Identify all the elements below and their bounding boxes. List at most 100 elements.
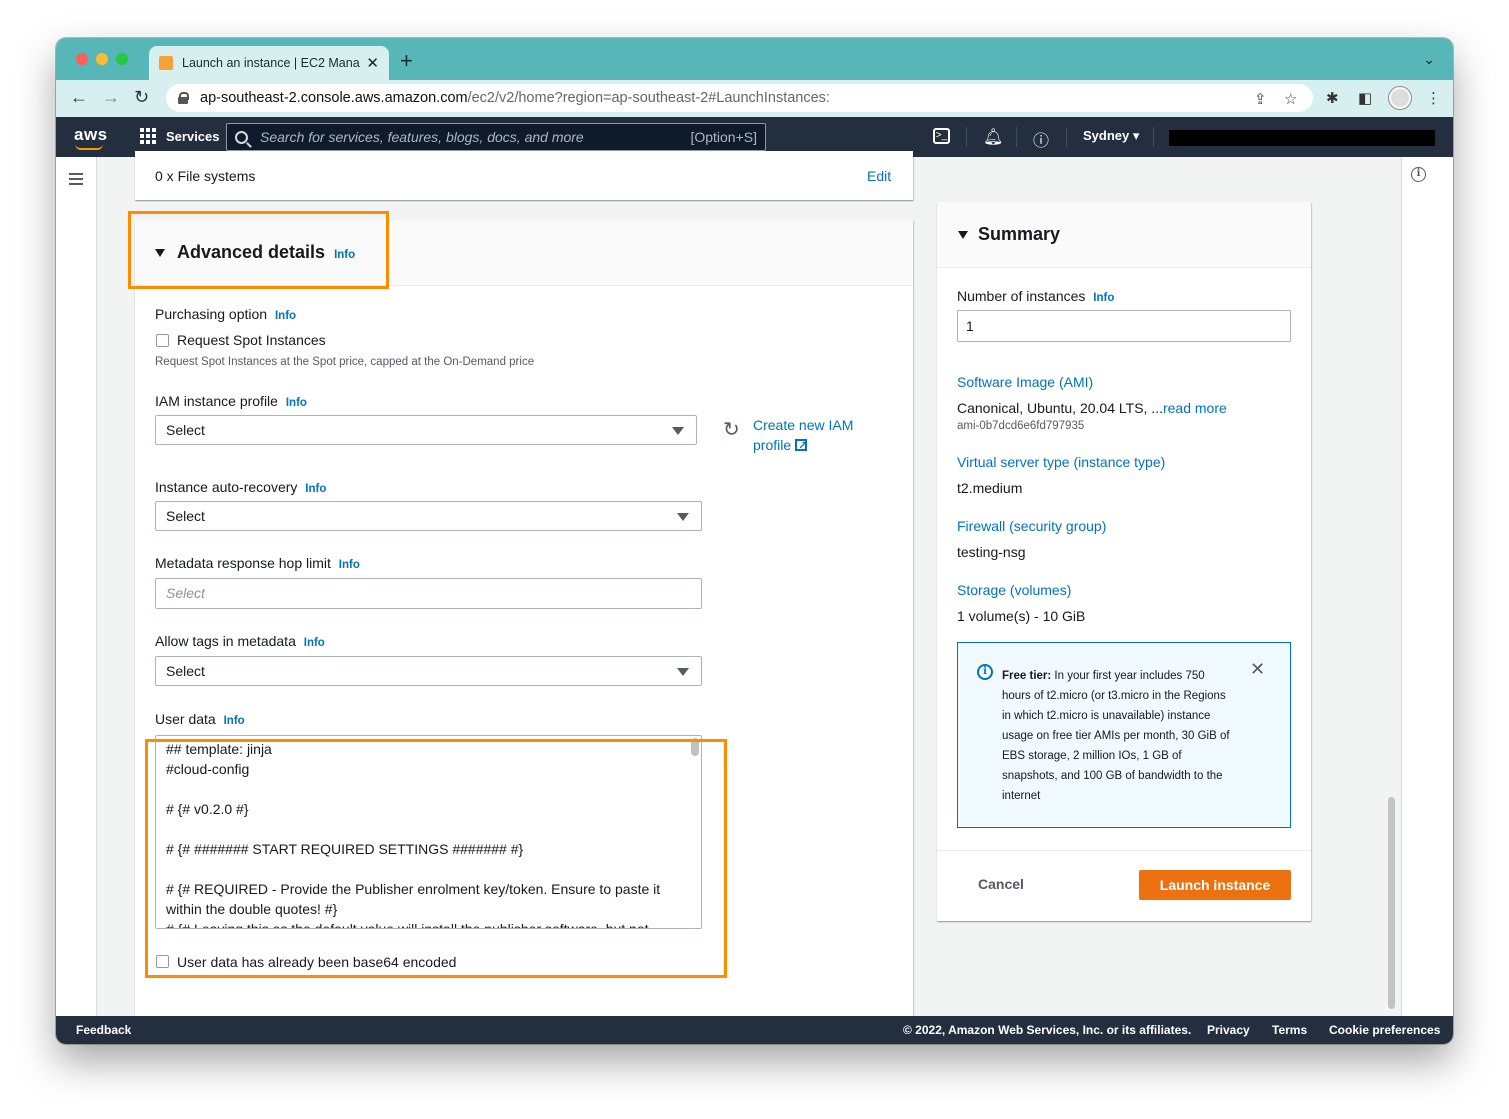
auto-recovery-label: Instance auto-recovery Info bbox=[155, 479, 326, 495]
help-icon[interactable]: ⓘ bbox=[1033, 127, 1049, 151]
back-icon[interactable]: ← bbox=[70, 87, 88, 108]
puzzle-icon[interactable]: ✱ bbox=[1326, 89, 1339, 107]
aws-logo[interactable]: aws bbox=[74, 125, 108, 145]
info-link[interactable]: Info bbox=[304, 637, 325, 649]
purchasing-option-text: Purchasing option bbox=[155, 306, 268, 322]
url-path: /ec2/v2/home?region=ap-southeast-2#Launc… bbox=[467, 90, 830, 106]
summary-panel: Summary Number of instances Info 1 Softw… bbox=[937, 202, 1311, 921]
info-link[interactable]: Info bbox=[305, 483, 326, 495]
auto-recovery-text: Instance auto-recovery bbox=[155, 479, 298, 495]
free-tier-body: In your first year includes 750 hours of… bbox=[1002, 670, 1230, 802]
create-iam-link-line1: Create new IAM bbox=[753, 417, 854, 433]
allow-tags-select[interactable]: Select bbox=[155, 656, 702, 686]
info-link[interactable]: Info bbox=[286, 397, 307, 409]
tab-search-chevron-icon[interactable]: ⌄ bbox=[1423, 51, 1435, 68]
url-domain: ap-southeast-2.console.aws.amazon.com bbox=[200, 90, 468, 106]
profile-avatar[interactable] bbox=[1389, 87, 1411, 109]
info-link[interactable]: Info bbox=[224, 715, 245, 727]
free-tier-title: Free tier: bbox=[1002, 670, 1052, 682]
cancel-button[interactable]: Cancel bbox=[978, 876, 1024, 892]
grid-icon bbox=[140, 128, 156, 144]
right-tools-strip bbox=[1401, 157, 1453, 1016]
share-icon[interactable]: ⇪ bbox=[1254, 90, 1267, 108]
info-panel-icon[interactable]: i bbox=[1411, 167, 1426, 182]
free-tier-text: Free tier: In your first year includes 7… bbox=[1002, 666, 1232, 806]
info-link[interactable]: Info bbox=[275, 310, 296, 322]
close-icon[interactable]: ✕ bbox=[1250, 659, 1265, 680]
menu-icon[interactable]: ⋮ bbox=[1426, 89, 1441, 107]
launch-instance-button[interactable]: Launch instance bbox=[1139, 870, 1291, 900]
reload-icon[interactable]: ↻ bbox=[134, 87, 149, 108]
allow-tags-label: Allow tags in metadata Info bbox=[155, 633, 325, 649]
footer: Feedback © 2022, Amazon Web Services, In… bbox=[56, 1016, 1453, 1044]
info-link[interactable]: Info bbox=[339, 559, 360, 571]
sidepanel-icon[interactable]: ◧ bbox=[1358, 89, 1372, 107]
ami-value-text: Canonical, Ubuntu, 20.04 LTS, ... bbox=[957, 400, 1163, 416]
iam-profile-label: IAM instance profile Info bbox=[155, 393, 307, 409]
region-selector[interactable]: Sydney ▾ bbox=[1083, 128, 1139, 144]
create-iam-profile-link[interactable]: Create new IAM profile bbox=[753, 415, 854, 456]
maximize-window-button[interactable] bbox=[116, 53, 128, 65]
spot-instances-checkbox[interactable] bbox=[156, 334, 169, 347]
storage-link[interactable]: Storage (volumes) bbox=[957, 582, 1071, 598]
allow-tags-value: Select bbox=[166, 663, 205, 679]
dropdown-arrow-icon bbox=[672, 427, 684, 435]
browser-titlebar: Launch an instance | EC2 Mana ✕ + ⌄ bbox=[56, 38, 1453, 80]
file-systems-card: 0 x File systems Edit bbox=[135, 151, 913, 200]
allow-tags-text: Allow tags in metadata bbox=[155, 633, 296, 649]
refresh-icon[interactable]: ↻ bbox=[723, 417, 740, 442]
close-window-button[interactable] bbox=[76, 53, 88, 65]
bell-icon[interactable]: 🔔︎ bbox=[983, 127, 1003, 147]
spot-instances-label[interactable]: Request Spot Instances bbox=[177, 332, 326, 348]
tab-title: Launch an instance | EC2 Mana bbox=[182, 56, 360, 70]
search-shortcut: [Option+S] bbox=[690, 129, 757, 145]
browser-tab[interactable]: Launch an instance | EC2 Mana ✕ bbox=[149, 46, 389, 80]
feedback-link[interactable]: Feedback bbox=[76, 1023, 131, 1037]
spot-description: Request Spot Instances at the Spot price… bbox=[155, 356, 535, 368]
url-field[interactable]: ap-southeast-2.console.aws.amazon.com/ec… bbox=[166, 84, 1313, 112]
highlight-advanced-details bbox=[128, 211, 389, 289]
hop-limit-label: Metadata response hop limit Info bbox=[155, 555, 360, 571]
search-input[interactable]: Search for services, features, blogs, do… bbox=[226, 123, 766, 151]
minimize-window-button[interactable] bbox=[96, 53, 108, 65]
auto-recovery-select[interactable]: Select bbox=[155, 501, 702, 531]
auto-recovery-value: Select bbox=[166, 508, 205, 524]
dropdown-arrow-icon bbox=[677, 668, 689, 676]
create-iam-link-line2: profile bbox=[753, 437, 792, 453]
tab-close-icon[interactable]: ✕ bbox=[366, 54, 379, 72]
cloudshell-icon[interactable]: >_ bbox=[933, 128, 950, 144]
new-tab-button[interactable]: + bbox=[400, 48, 413, 74]
edit-link[interactable]: Edit bbox=[867, 168, 891, 184]
services-menu[interactable]: Services bbox=[140, 128, 220, 144]
iam-profile-select[interactable]: Select bbox=[155, 415, 697, 445]
instances-label: Number of instances Info bbox=[957, 288, 1114, 304]
star-icon[interactable]: ☆ bbox=[1284, 90, 1297, 108]
instances-input[interactable]: 1 bbox=[957, 310, 1291, 342]
free-tier-alert: i Free tier: In your first year includes… bbox=[957, 642, 1291, 828]
file-systems-text: 0 x File systems bbox=[155, 168, 256, 184]
highlight-user-data bbox=[145, 739, 727, 978]
nav-divider bbox=[1016, 127, 1017, 147]
summary-header[interactable]: Summary bbox=[937, 202, 1311, 268]
terms-link[interactable]: Terms bbox=[1272, 1023, 1307, 1037]
hamburger-icon[interactable] bbox=[69, 173, 83, 185]
read-more-link[interactable]: read more bbox=[1163, 400, 1227, 416]
summary-divider bbox=[937, 850, 1311, 851]
instance-type-value: t2.medium bbox=[957, 480, 1023, 496]
info-link[interactable]: Info bbox=[1093, 292, 1114, 304]
ami-link[interactable]: Software Image (AMI) bbox=[957, 374, 1093, 390]
hop-limit-input[interactable]: Select bbox=[155, 578, 702, 609]
page-scrollbar[interactable] bbox=[1388, 797, 1395, 1009]
summary-title: Summary bbox=[978, 224, 1061, 244]
forward-icon[interactable]: → bbox=[102, 87, 120, 108]
account-menu[interactable] bbox=[1169, 130, 1435, 146]
user-data-label: User data Info bbox=[155, 711, 245, 727]
dropdown-arrow-icon bbox=[677, 513, 689, 521]
instance-type-link[interactable]: Virtual server type (instance type) bbox=[957, 454, 1165, 470]
privacy-link[interactable]: Privacy bbox=[1207, 1023, 1250, 1037]
cookie-preferences-link[interactable]: Cookie preferences bbox=[1329, 1023, 1440, 1037]
firewall-link[interactable]: Firewall (security group) bbox=[957, 518, 1106, 534]
iam-profile-text: IAM instance profile bbox=[155, 393, 278, 409]
purchasing-option-label: Purchasing option Info bbox=[155, 306, 296, 322]
ami-id: ami-0b7dcd6e6fd797935 bbox=[957, 420, 1085, 432]
